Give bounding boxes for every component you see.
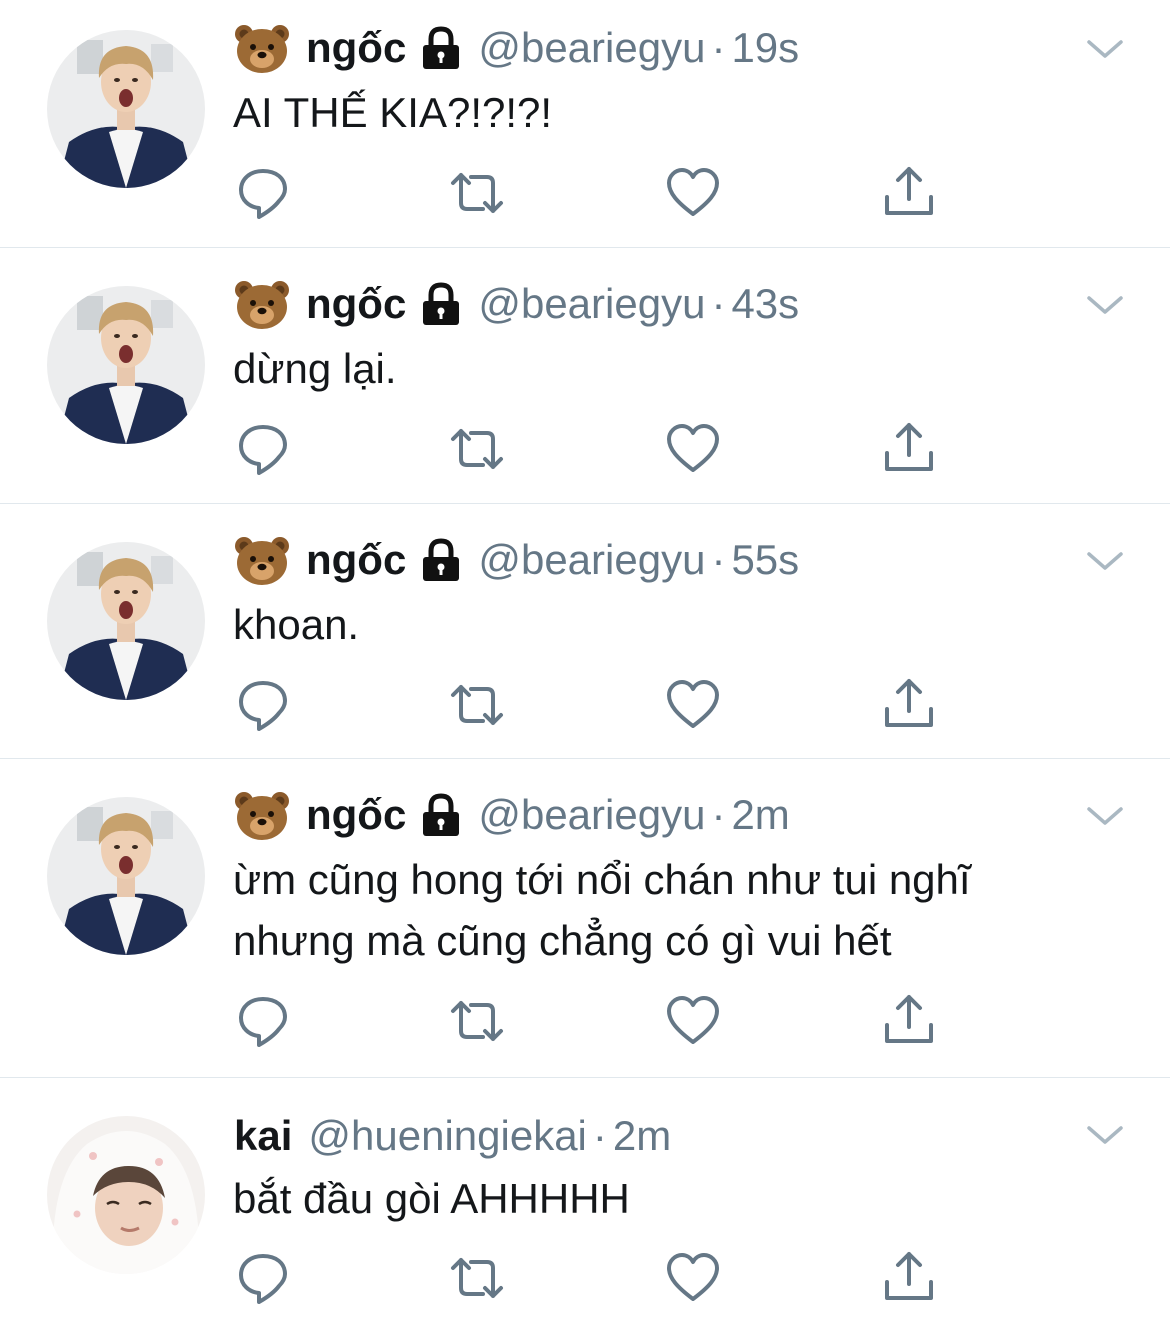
tweet-actions: [0, 677, 1170, 733]
timestamp[interactable]: 2m: [731, 791, 789, 839]
bear-emoji-icon: [234, 534, 290, 586]
timeline: ngốc @beariegyu · 19s AI THẾ KIA?!?!?! n…: [0, 0, 1170, 1325]
display-name[interactable]: ngốc: [306, 280, 406, 328]
heart-icon[interactable]: [665, 993, 721, 1049]
tweet-text-line: dừng lại.: [233, 345, 397, 392]
tweet-actions: [0, 421, 1170, 477]
display-name[interactable]: ngốc: [306, 24, 406, 72]
reply-icon[interactable]: [235, 165, 291, 221]
retweet-icon[interactable]: [449, 1250, 505, 1306]
tweet-header: ngốc @beariegyu · 55s: [234, 530, 799, 590]
bear-emoji-icon: [234, 278, 290, 330]
handle[interactable]: @beariegyu: [478, 24, 705, 72]
tweet-text: ừm cũng hong tới nổi chán như tui nghĩ n…: [233, 849, 1133, 971]
avatar-image: [47, 797, 205, 955]
tweet-actions: [0, 993, 1170, 1049]
separator-dot: ·: [592, 1112, 607, 1159]
tweet[interactable]: ngốc @beariegyu · 43s dừng lại.: [0, 248, 1170, 503]
separator-dot: ·: [711, 280, 726, 327]
heart-icon[interactable]: [665, 421, 721, 477]
share-icon[interactable]: [881, 677, 937, 733]
tweet[interactable]: ngốc @beariegyu · 55s khoan.: [0, 504, 1170, 758]
tweet-header: ngốc @beariegyu · 43s: [234, 274, 799, 334]
reply-icon[interactable]: [235, 993, 291, 1049]
lock-icon: [420, 793, 462, 837]
heart-icon[interactable]: [665, 1250, 721, 1306]
tweet-text: dừng lại.: [233, 338, 1133, 399]
share-icon[interactable]: [881, 421, 937, 477]
chevron-down-icon[interactable]: [1085, 1122, 1125, 1150]
tweet-text: bắt đầu gòi AHHHHH: [233, 1168, 1133, 1229]
lock-icon: [420, 282, 462, 326]
display-name[interactable]: ngốc: [306, 791, 406, 839]
tweet-text-line: bắt đầu gòi AHHHHH: [233, 1175, 630, 1222]
display-name[interactable]: ngốc: [306, 536, 406, 584]
tweet-header: ngốc @beariegyu · 2m: [234, 785, 790, 845]
reply-icon[interactable]: [235, 1250, 291, 1306]
reply-icon[interactable]: [235, 677, 291, 733]
share-icon[interactable]: [881, 165, 937, 221]
separator-dot: ·: [711, 791, 726, 838]
retweet-icon[interactable]: [449, 165, 505, 221]
timestamp[interactable]: 55s: [731, 536, 799, 584]
chevron-down-icon[interactable]: [1085, 36, 1125, 64]
chevron-down-icon[interactable]: [1085, 292, 1125, 320]
retweet-icon[interactable]: [449, 993, 505, 1049]
lock-icon: [420, 538, 462, 582]
tweet-text: AI THẾ KIA?!?!?!: [233, 82, 1133, 143]
heart-icon[interactable]: [665, 677, 721, 733]
chevron-down-icon[interactable]: [1085, 548, 1125, 576]
bear-emoji-icon: [234, 789, 290, 841]
handle[interactable]: @hueningiekai: [308, 1112, 587, 1160]
timestamp[interactable]: 2m: [613, 1112, 671, 1160]
avatar[interactable]: [47, 797, 205, 955]
tweet-text: khoan.: [233, 594, 1133, 655]
tweet-text-line: nhưng mà cũng chẳng có gì vui hết: [233, 917, 892, 964]
handle[interactable]: @beariegyu: [478, 536, 705, 584]
retweet-icon[interactable]: [449, 677, 505, 733]
bear-emoji-icon: [234, 22, 290, 74]
separator-dot: ·: [711, 24, 726, 71]
share-icon[interactable]: [881, 1250, 937, 1306]
share-icon[interactable]: [881, 993, 937, 1049]
handle[interactable]: @beariegyu: [478, 280, 705, 328]
tweet[interactable]: kai @hueningiekai · 2m bắt đầu gòi AHHHH…: [0, 1078, 1170, 1325]
lock-icon: [420, 26, 462, 70]
tweet-actions: [0, 1250, 1170, 1306]
tweet-text-line: ừm cũng hong tới nổi chán như tui nghĩ: [233, 856, 971, 903]
retweet-icon[interactable]: [449, 421, 505, 477]
tweet-header: ngốc @beariegyu · 19s: [234, 18, 799, 78]
tweet-text-line: AI THẾ KIA?!?!?!: [233, 89, 553, 136]
tweet[interactable]: ngốc @beariegyu · 19s AI THẾ KIA?!?!?!: [0, 0, 1170, 247]
reply-icon[interactable]: [235, 421, 291, 477]
tweet-text-line: khoan.: [233, 601, 360, 648]
heart-icon[interactable]: [665, 165, 721, 221]
tweet-header: kai @hueningiekai · 2m: [234, 1106, 671, 1166]
tweet[interactable]: ngốc @beariegyu · 2m ừm cũng hong tới nổ…: [0, 759, 1170, 1077]
chevron-down-icon[interactable]: [1085, 803, 1125, 831]
timestamp[interactable]: 43s: [731, 280, 799, 328]
tweet-actions: [0, 165, 1170, 221]
display-name[interactable]: kai: [234, 1112, 292, 1160]
timestamp[interactable]: 19s: [731, 24, 799, 72]
separator-dot: ·: [711, 536, 726, 583]
handle[interactable]: @beariegyu: [478, 791, 705, 839]
